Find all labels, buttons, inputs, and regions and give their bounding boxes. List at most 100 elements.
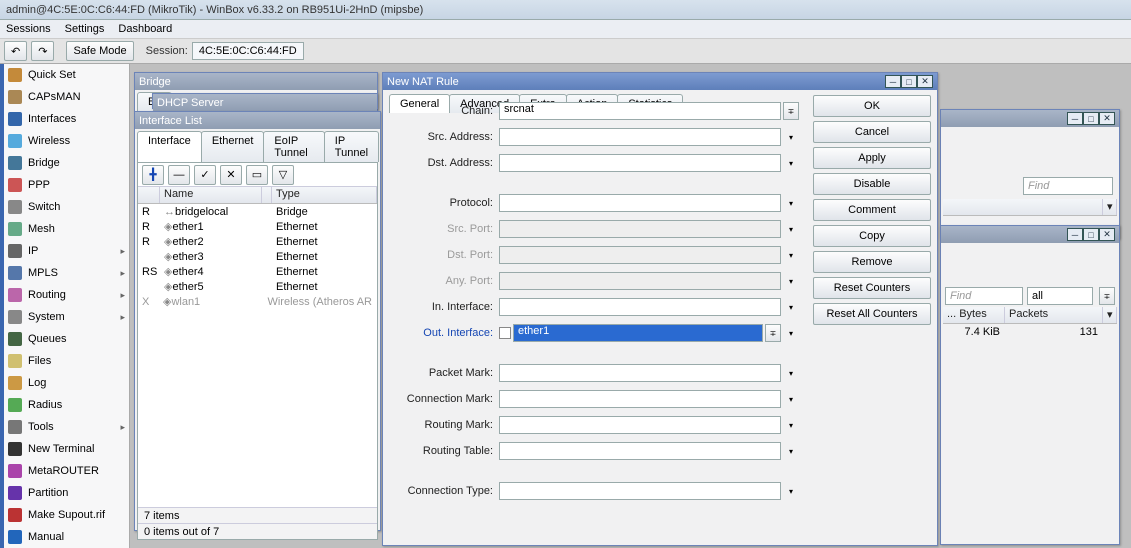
filter-button[interactable]: ▽ xyxy=(272,165,294,185)
all-dropdown[interactable]: all xyxy=(1027,287,1093,305)
sidebar-item-queues[interactable]: Queues xyxy=(4,328,129,350)
sidebar-item-switch[interactable]: Switch xyxy=(4,196,129,218)
bg-window-1[interactable]: ─□✕ Find ▾ xyxy=(940,109,1120,239)
field-input[interactable] xyxy=(499,390,781,408)
field-input[interactable] xyxy=(499,128,781,146)
expand-toggle[interactable]: ▾ xyxy=(783,324,799,342)
close-icon[interactable]: ✕ xyxy=(1099,228,1115,241)
tab-ip-tunnel[interactable]: IP Tunnel xyxy=(324,131,379,162)
sidebar-item-partition[interactable]: Partition xyxy=(4,482,129,504)
apply-button[interactable]: Apply xyxy=(813,147,931,169)
dropdown-toggle[interactable]: ∓ xyxy=(1099,287,1115,305)
safe-mode-button[interactable]: Safe Mode xyxy=(66,41,133,61)
field-input[interactable] xyxy=(499,246,781,264)
tab-eoip-tunnel[interactable]: EoIP Tunnel xyxy=(263,131,324,162)
expand-toggle[interactable]: ▾ xyxy=(783,390,799,408)
invert-checkbox[interactable] xyxy=(499,327,511,339)
enable-button[interactable]: ✓ xyxy=(194,165,216,185)
col-packets[interactable]: Packets xyxy=(1005,307,1103,323)
field-input[interactable] xyxy=(499,416,781,434)
find-input[interactable]: Find xyxy=(945,287,1023,305)
field-input[interactable] xyxy=(499,298,781,316)
sidebar-item-quick-set[interactable]: Quick Set xyxy=(4,64,129,86)
field-input[interactable] xyxy=(499,194,781,212)
table-row[interactable]: R↔bridgelocalBridge xyxy=(138,204,377,219)
expand-toggle[interactable]: ▾ xyxy=(783,482,799,500)
sidebar-item-system[interactable]: System▸ xyxy=(4,306,129,328)
interface-list-window[interactable]: Interface List InterfaceEthernetEoIP Tun… xyxy=(134,111,381,531)
menu-settings[interactable]: Settings xyxy=(65,23,105,35)
dhcp-window[interactable]: DHCP Server xyxy=(152,93,378,109)
find-input[interactable]: Find xyxy=(1023,177,1113,195)
sidebar-item-ip[interactable]: IP▸ xyxy=(4,240,129,262)
sidebar-item-wireless[interactable]: Wireless xyxy=(4,130,129,152)
undo-button[interactable]: ↶ xyxy=(4,41,27,61)
tab-general[interactable]: General xyxy=(389,94,450,113)
table-row[interactable]: ◈ether3Ethernet xyxy=(138,249,377,264)
close-icon[interactable]: ✕ xyxy=(1099,112,1115,125)
sidebar-item-metarouter[interactable]: MetaROUTER xyxy=(4,460,129,482)
expand-toggle[interactable]: ▾ xyxy=(783,298,799,316)
sidebar-item-files[interactable]: Files xyxy=(4,350,129,372)
expand-toggle[interactable]: ▾ xyxy=(783,220,799,238)
remove-button[interactable]: — xyxy=(168,165,190,185)
close-icon[interactable]: ✕ xyxy=(917,75,933,88)
sidebar-item-mesh[interactable]: Mesh xyxy=(4,218,129,240)
expand-toggle[interactable]: ▾ xyxy=(783,442,799,460)
copy-button[interactable]: Copy xyxy=(813,225,931,247)
sidebar-item-make-supout-rif[interactable]: Make Supout.rif xyxy=(4,504,129,526)
maximize-icon[interactable]: □ xyxy=(901,75,917,88)
minimize-icon[interactable]: ─ xyxy=(1067,112,1083,125)
field-input[interactable] xyxy=(499,364,781,382)
redo-button[interactable]: ↷ xyxy=(31,41,54,61)
field-input[interactable] xyxy=(499,482,781,500)
minimize-icon[interactable]: ─ xyxy=(1067,228,1083,241)
maximize-icon[interactable]: □ xyxy=(1083,112,1099,125)
sidebar-item-radius[interactable]: Radius xyxy=(4,394,129,416)
sidebar-item-routing[interactable]: Routing▸ xyxy=(4,284,129,306)
field-input[interactable] xyxy=(499,220,781,238)
minimize-icon[interactable]: ─ xyxy=(885,75,901,88)
menu-dashboard[interactable]: Dashboard xyxy=(118,23,172,35)
sidebar-item-tools[interactable]: Tools▸ xyxy=(4,416,129,438)
expand-toggle[interactable]: ▾ xyxy=(783,194,799,212)
table-row[interactable]: R◈ether2Ethernet xyxy=(138,234,377,249)
reset-counters-button[interactable]: Reset Counters xyxy=(813,277,931,299)
sidebar-item-log[interactable]: Log xyxy=(4,372,129,394)
field-input[interactable] xyxy=(499,272,781,290)
expand-toggle[interactable]: ▾ xyxy=(783,272,799,290)
field-input[interactable]: srcnat xyxy=(499,102,781,120)
table-row[interactable]: X◈wlan1Wireless (Atheros AR xyxy=(138,294,377,309)
field-input[interactable]: ether1 xyxy=(513,324,763,342)
nat-rule-window[interactable]: New NAT Rule ─□✕ GeneralAdvancedExtraAct… xyxy=(382,72,938,546)
table-row[interactable]: ◈ether5Ethernet xyxy=(138,279,377,294)
disable-button[interactable]: Disable xyxy=(813,173,931,195)
remove-button[interactable]: Remove xyxy=(813,251,931,273)
col-bytes[interactable]: ... Bytes xyxy=(943,307,1005,323)
add-button[interactable]: ╋ xyxy=(142,165,164,185)
field-input[interactable] xyxy=(499,442,781,460)
sidebar-item-interfaces[interactable]: Interfaces xyxy=(4,108,129,130)
expand-toggle[interactable]: ▾ xyxy=(783,128,799,146)
sidebar-item-bridge[interactable]: Bridge xyxy=(4,152,129,174)
table-row[interactable]: R◈ether1Ethernet xyxy=(138,219,377,234)
sidebar-item-new-terminal[interactable]: New Terminal xyxy=(4,438,129,460)
sidebar-item-ppp[interactable]: PPP xyxy=(4,174,129,196)
sidebar-item-manual[interactable]: Manual xyxy=(4,526,129,548)
disable-button[interactable]: ✕ xyxy=(220,165,242,185)
ok-button[interactable]: OK xyxy=(813,95,931,117)
maximize-icon[interactable]: □ xyxy=(1083,228,1099,241)
interface-grid-body[interactable]: R↔bridgelocalBridgeR◈ether1EthernetR◈eth… xyxy=(138,204,377,504)
cancel-button[interactable]: Cancel xyxy=(813,121,931,143)
expand-toggle[interactable]: ▾ xyxy=(783,416,799,434)
comment-button[interactable]: Comment xyxy=(813,199,931,221)
sidebar-item-mpls[interactable]: MPLS▸ xyxy=(4,262,129,284)
tab-ethernet[interactable]: Ethernet xyxy=(201,131,265,162)
menu-sessions[interactable]: Sessions xyxy=(6,23,51,35)
sidebar-item-capsman[interactable]: CAPsMAN xyxy=(4,86,129,108)
expand-toggle[interactable]: ▾ xyxy=(783,154,799,172)
nat-title[interactable]: New NAT Rule ─□✕ xyxy=(383,73,937,90)
dropdown-toggle[interactable]: ∓ xyxy=(765,324,781,342)
tab-interface[interactable]: Interface xyxy=(137,131,202,162)
dropdown-toggle[interactable]: ∓ xyxy=(783,102,799,120)
